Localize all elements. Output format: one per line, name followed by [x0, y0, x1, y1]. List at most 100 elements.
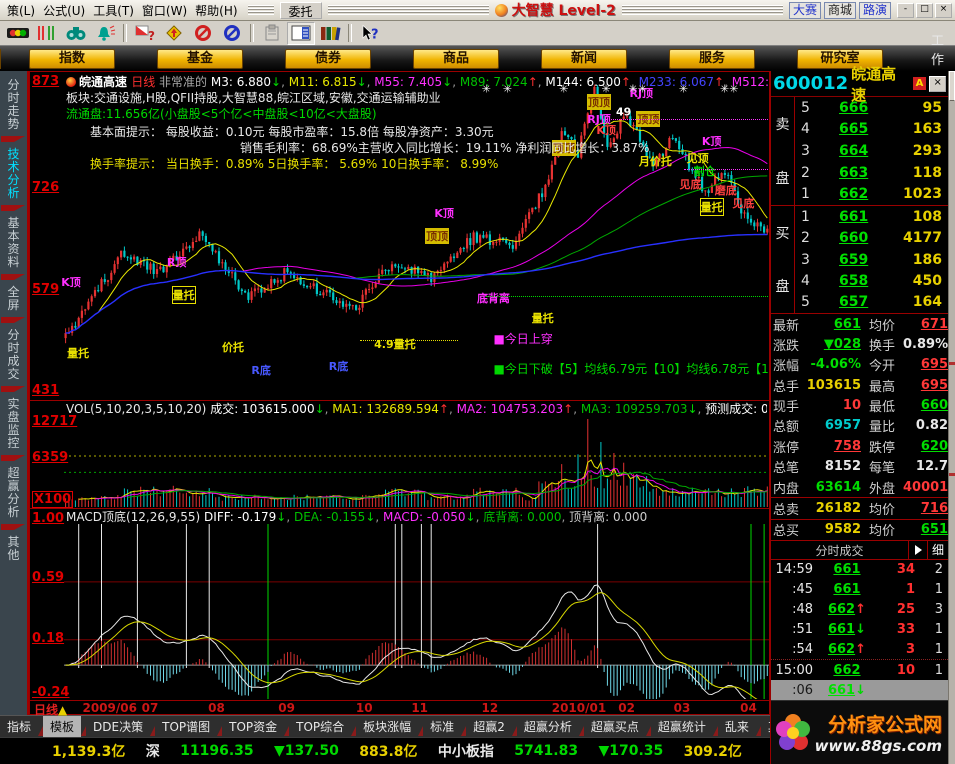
- bottom-tab-TOP综合[interactable]: TOP综合: [289, 716, 351, 737]
- bottom-tab-超赢统计[interactable]: 超赢统计: [651, 716, 713, 737]
- close-icon[interactable]: ×: [935, 3, 952, 18]
- book-price[interactable]: 660: [823, 230, 884, 246]
- bottom-tab-超赢2[interactable]: 超赢2: [466, 716, 512, 737]
- scrollbar-thumb[interactable]: [949, 71, 955, 101]
- scrollbar[interactable]: [948, 71, 955, 764]
- bottom-tab-TOP资金[interactable]: TOP资金: [222, 716, 284, 737]
- sell-label: 卖盘: [771, 97, 795, 205]
- menu-item[interactable]: 工具(T): [89, 2, 138, 19]
- sidebar-item-基本资料[interactable]: 基 本 资 料: [0, 212, 27, 273]
- book-row[interactable]: 4665163: [795, 119, 948, 141]
- nav-tab-基金[interactable]: 基金: [157, 49, 243, 69]
- tick-row[interactable]: :4566111: [771, 580, 948, 600]
- bottom-tab-超赢分析[interactable]: 超赢分析: [517, 716, 579, 737]
- book-price[interactable]: 663: [823, 165, 884, 181]
- bottom-tab-超赢买点[interactable]: 超赢买点: [584, 716, 646, 737]
- bottom-tab-其[interactable]: 其: [761, 716, 770, 737]
- flag-question-icon[interactable]: ?: [131, 22, 159, 45]
- bottom-tab-TOP谱图[interactable]: TOP谱图: [155, 716, 217, 737]
- chart-annotation: 4.9量托: [374, 336, 416, 352]
- binoculars-icon[interactable]: [62, 22, 90, 45]
- volume-pane[interactable]: VOL(5,10,20,3,5,10,20) 成交: 103615.000↓, …: [29, 400, 770, 508]
- tick-row[interactable]: :48662↑253: [771, 600, 948, 620]
- titlebar-link[interactable]: 大赛: [789, 2, 821, 19]
- partial-tab[interactable]: [0, 49, 1, 69]
- separator: ,: [561, 510, 569, 524]
- phone-blue-icon[interactable]: [218, 22, 246, 45]
- nav-tab-债券[interactable]: 债券: [285, 49, 371, 69]
- bottom-tab-乱来[interactable]: 乱来: [718, 716, 756, 737]
- macd-pane[interactable]: MACD顶底(12,26,9,55) DIFF: -0.179↓, DEA: -…: [29, 508, 770, 700]
- book-price[interactable]: 661: [823, 209, 884, 225]
- bottom-tab-模板[interactable]: 模板: [43, 716, 81, 737]
- menu-item[interactable]: 窗口(W): [138, 2, 191, 19]
- nav-tab-新闻[interactable]: 新闻: [541, 49, 627, 69]
- book-row[interactable]: 4658450: [795, 270, 948, 291]
- help-cursor-icon[interactable]: ?: [356, 22, 384, 45]
- tick-row[interactable]: 15:00662101: [771, 659, 948, 680]
- book-row[interactable]: 3664293: [795, 140, 948, 162]
- book-row[interactable]: 5657164: [795, 292, 948, 313]
- bottom-tab-板块涨幅[interactable]: 板块涨幅: [356, 716, 418, 737]
- layout-icon[interactable]: [287, 22, 315, 45]
- entrust-button[interactable]: 委托: [280, 2, 322, 19]
- quote-panel: 600012 皖通高速 A × 卖盘 566695466516336642932…: [770, 71, 955, 764]
- titlebar-link[interactable]: 路演: [859, 2, 891, 19]
- bell-icon[interactable]: [91, 22, 119, 45]
- book-row[interactable]: 26604177: [795, 227, 948, 248]
- nav-tab-商品[interactable]: 商品: [413, 49, 499, 69]
- sidebar-item-超赢分析[interactable]: 超 赢 分 析: [0, 462, 27, 523]
- sidebar-item-实盘监控[interactable]: 实 盘 监 控: [0, 393, 27, 454]
- book-row[interactable]: 1661108: [795, 206, 948, 227]
- period-selector[interactable]: 日线▲: [34, 701, 67, 718]
- book-row[interactable]: 16621023: [795, 183, 948, 205]
- book-volume: 163: [884, 121, 948, 137]
- bottom-tab-指标[interactable]: 指标: [0, 716, 38, 737]
- book-price[interactable]: 657: [823, 294, 884, 310]
- sidebar-item-技术分析[interactable]: 技 术 分 析: [0, 143, 27, 204]
- nav-tab-服务[interactable]: 服务: [669, 49, 755, 69]
- sidebar-item-全屏[interactable]: 全 屏: [0, 281, 27, 316]
- book-price[interactable]: 665: [823, 121, 884, 137]
- macd-indicator-name: MACD顶底(12,26,9,55): [66, 510, 204, 524]
- book-price[interactable]: 664: [823, 143, 884, 159]
- phone-red-icon[interactable]: [189, 22, 217, 45]
- titlebar-link[interactable]: 商城: [824, 2, 856, 19]
- book-price[interactable]: 658: [823, 273, 884, 289]
- nav-tab-指数[interactable]: 指数: [29, 49, 115, 69]
- quote-stats: 最新661均价671涨跌▼028换手0.89%涨幅-4.06%今开695总手10…: [771, 313, 948, 540]
- bottom-tab-标准[interactable]: 标准: [423, 716, 461, 737]
- diamond-up-icon[interactable]: [160, 22, 188, 45]
- book-volume: 186: [884, 252, 948, 268]
- kline-pane[interactable]: 皖通高速 日线 非常准的 M3: 6.880↓, M11: 6.815↓, M5…: [29, 71, 770, 400]
- stripe-bars-icon[interactable]: [33, 22, 61, 45]
- tick-row[interactable]: 14:59661342: [771, 560, 948, 580]
- tick-row[interactable]: :06661↓: [771, 680, 948, 700]
- play-icon[interactable]: [908, 541, 927, 559]
- sidebar-item-其他[interactable]: 其 他: [0, 531, 27, 566]
- book-row[interactable]: 3659186: [795, 249, 948, 270]
- clipboard-icon[interactable]: [258, 22, 286, 45]
- detail-button[interactable]: 细: [927, 541, 948, 559]
- x-axis-date: 12: [482, 701, 499, 715]
- book-price[interactable]: 662: [823, 186, 884, 202]
- menu-item[interactable]: 公式(U): [39, 2, 89, 19]
- stat-row: 涨跌▼028换手0.89%: [771, 334, 948, 354]
- traffic-light-icon[interactable]: [4, 22, 32, 45]
- stat-value: 12.7: [903, 459, 948, 474]
- maximize-icon[interactable]: □: [916, 3, 933, 18]
- tick-row[interactable]: :51661↓331: [771, 620, 948, 640]
- book-price[interactable]: 659: [823, 252, 884, 268]
- books-icon[interactable]: [316, 22, 344, 45]
- sidebar-item-分时走势[interactable]: 分 时 走 势: [0, 74, 27, 135]
- minimize-icon[interactable]: -: [897, 3, 914, 18]
- book-row[interactable]: 2663118: [795, 162, 948, 184]
- close-icon[interactable]: ×: [929, 76, 946, 92]
- sidebar-item-分时成交[interactable]: 分 时 成 交: [0, 324, 27, 385]
- tick-row[interactable]: :54662↑31: [771, 639, 948, 659]
- menu-item[interactable]: 策(L): [3, 2, 39, 19]
- book-row[interactable]: 566695: [795, 97, 948, 119]
- book-price[interactable]: 666: [823, 100, 884, 116]
- bottom-tab-DDE决策[interactable]: DDE决策: [86, 716, 150, 737]
- menu-item[interactable]: 帮助(H): [191, 2, 241, 19]
